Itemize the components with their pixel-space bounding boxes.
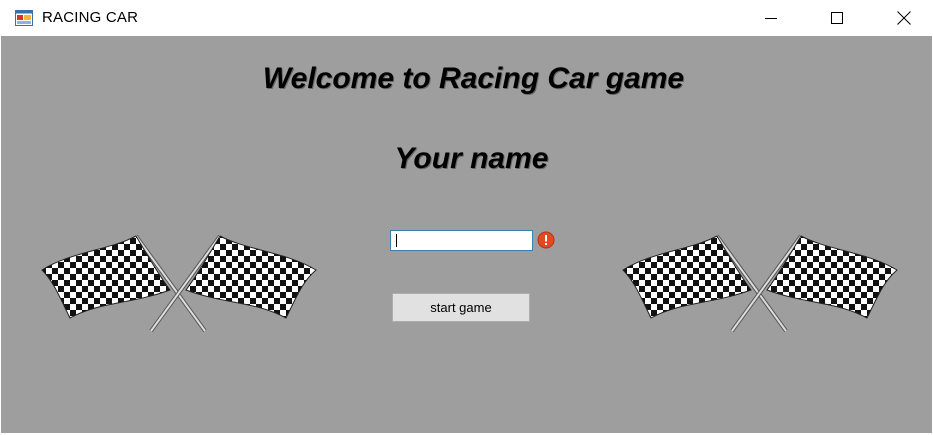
checkered-flags-right bbox=[622, 234, 898, 333]
text-caret bbox=[396, 234, 397, 247]
minimize-icon bbox=[765, 18, 777, 19]
your-name-label: Your name bbox=[394, 142, 549, 175]
name-input[interactable] bbox=[390, 230, 533, 251]
racing-car-window: RACING CAR Welcome to Racing Car game Yo… bbox=[0, 0, 933, 435]
maximize-button[interactable] bbox=[814, 0, 860, 36]
minimize-button[interactable] bbox=[748, 0, 794, 36]
welcome-heading: Welcome to Racing Car game bbox=[262, 62, 685, 95]
window-title: RACING CAR bbox=[42, 9, 139, 26]
maximize-icon bbox=[831, 12, 843, 24]
checkered-flags-left bbox=[41, 234, 317, 333]
start-game-button[interactable]: start game bbox=[392, 293, 530, 322]
form-client-area: Welcome to Racing Car game Your name sta… bbox=[1, 36, 932, 433]
app-window-icon bbox=[15, 10, 33, 26]
close-button[interactable] bbox=[881, 0, 927, 36]
title-bar[interactable]: RACING CAR bbox=[0, 0, 933, 36]
error-icon bbox=[537, 231, 555, 249]
close-icon bbox=[897, 11, 911, 25]
